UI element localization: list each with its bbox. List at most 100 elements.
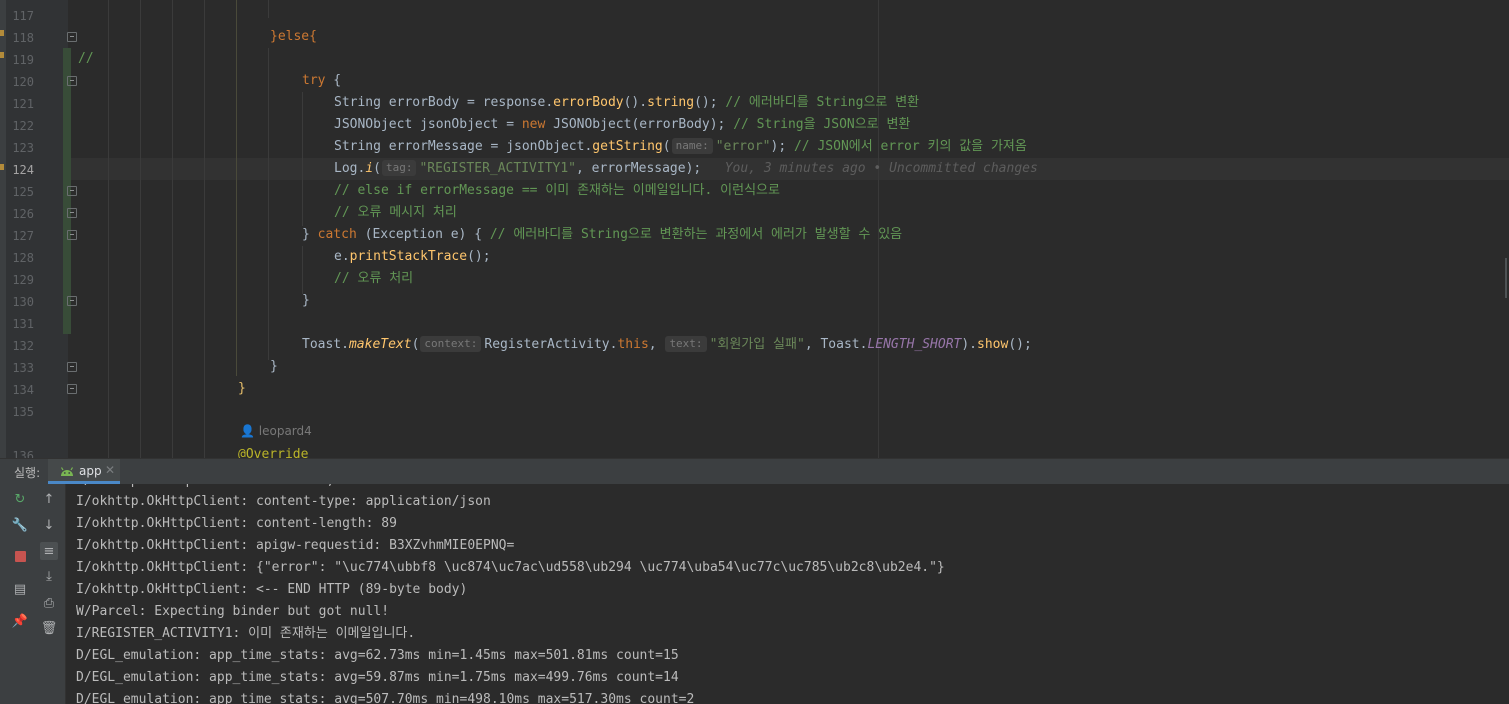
code-line-129[interactable]: // 오류 처리 <box>334 268 413 290</box>
fold-marker-icon[interactable] <box>67 296 77 306</box>
line-number: 135 <box>12 405 34 419</box>
code-editor[interactable]: 117 118 119 120 121 122 123 124 125 126 … <box>0 0 1509 458</box>
code-text: ). <box>961 337 978 352</box>
fold-marker-icon[interactable] <box>67 230 77 240</box>
code-author-hint: 👤 leopard4 <box>240 424 312 438</box>
indent-guide <box>302 92 303 226</box>
warning-marker <box>0 30 4 36</box>
line-number: 133 <box>12 361 34 375</box>
arrow-down-icon[interactable]: ↓ <box>40 516 58 534</box>
class-name: JSONObject <box>545 117 632 132</box>
stop-icon[interactable] <box>11 547 29 565</box>
log-line: D/EGL_emulation: app_time_stats: avg=507… <box>76 692 695 704</box>
code-line-125[interactable]: // else if errorMessage == 이미 존재하는 이메일입니… <box>334 180 780 202</box>
indent-guide <box>172 0 173 458</box>
log-line: I/okhttp.OkHttpClient: <-- END HTTP (89-… <box>76 582 468 597</box>
log-line: W/Parcel: Expecting binder but got null! <box>76 604 390 619</box>
warning-marker <box>0 164 4 170</box>
method-call: makeText <box>348 337 412 352</box>
arrow-up-icon[interactable]: ↑ <box>40 490 58 508</box>
line-number: 118 <box>12 31 34 45</box>
line-number: 121 <box>12 97 34 111</box>
code-text: (Exception e) { <box>356 227 490 242</box>
layout-icon[interactable]: ▤ <box>11 580 29 598</box>
code-line-124[interactable]: Log.i(tag: "REGISTER_ACTIVITY1", errorMes… <box>334 158 1038 180</box>
type: String <box>334 95 381 110</box>
print-icon[interactable]: ⎙ <box>40 594 58 612</box>
indent-guide <box>268 0 269 18</box>
fold-marker-icon[interactable] <box>67 186 77 196</box>
run-panel-header: 실행: app ✕ <box>0 458 1509 484</box>
comment: // 에러바디를 String으로 변환하는 과정에서 에러가 발생할 수 있음 <box>489 227 903 242</box>
log-line: I/okhttp.OkHttpClient: content-length: 8… <box>76 516 397 531</box>
fold-marker-icon[interactable] <box>67 362 77 372</box>
code-text: (errorBody); <box>631 117 734 132</box>
code-text: (); <box>467 249 491 264</box>
code-text: } <box>302 227 318 242</box>
type: JSONObject <box>334 117 413 132</box>
code-text: errorMessage = jsonObject. <box>380 139 593 154</box>
code-text: e. <box>334 249 350 264</box>
code-text: { <box>325 73 342 88</box>
line-number: 130 <box>12 295 34 309</box>
code-text: ); <box>770 139 794 154</box>
code-text: ( <box>662 139 671 154</box>
code-text: errorBody = response. <box>380 95 554 110</box>
line-number: 122 <box>12 119 34 133</box>
code-line-134[interactable]: } <box>238 378 246 400</box>
code-line-121[interactable]: String errorBody = response.errorBody().… <box>334 92 919 114</box>
line-number: 128 <box>12 251 34 265</box>
rerun-icon[interactable]: ↻ <box>11 490 29 508</box>
code-line-118[interactable]: }else{ <box>270 26 317 48</box>
code-line-123[interactable]: String errorMessage = jsonObject.getStri… <box>334 136 1027 158</box>
code-line-120[interactable]: try { <box>302 70 341 92</box>
fold-marker-icon[interactable] <box>67 32 77 42</box>
parameter-hint: name: <box>671 138 713 154</box>
trash-icon[interactable]: 🗑 <box>40 619 58 637</box>
scroll-to-end-icon[interactable]: ⤓ <box>40 567 58 585</box>
code-text: }else{ <box>270 29 317 44</box>
code-line-132[interactable]: Toast.makeText(context: RegisterActivity.… <box>302 334 1032 356</box>
author-name: leopard4 <box>258 424 312 438</box>
run-label: 실행: <box>14 466 41 480</box>
run-console-output[interactable]: I/okhttp.OkHttpClient: date: Thu, 16 Mar… <box>66 484 1509 704</box>
tab-label: app <box>79 464 102 478</box>
code-line-127[interactable]: } catch (Exception e) { // 에러바디를 String으… <box>302 224 902 246</box>
pin-icon[interactable]: 📌 <box>11 612 29 630</box>
android-icon <box>60 467 74 476</box>
wrench-icon[interactable]: 🔧 <box>11 516 29 534</box>
code-line-130[interactable]: } <box>302 290 310 312</box>
parameter-hint: context: <box>420 336 482 352</box>
code-line-128[interactable]: e.printStackTrace(); <box>334 246 491 268</box>
close-icon[interactable]: ✕ <box>105 463 115 477</box>
line-number: 134 <box>12 383 34 397</box>
log-line: D/EGL_emulation: app_time_stats: avg=62.… <box>76 648 679 663</box>
tab-app[interactable]: app ✕ <box>48 459 120 484</box>
code-line-122[interactable]: JSONObject jsonObject = new JSONObject(e… <box>334 114 910 136</box>
fold-marker-icon[interactable] <box>67 384 77 394</box>
code-line-133[interactable]: } <box>270 356 278 378</box>
string-literal: "회원가입 실패" <box>709 337 805 352</box>
code-text: , errorMessage); <box>576 161 702 176</box>
line-number: 124 <box>12 163 34 177</box>
code-text: RegisterActivity. <box>484 337 618 352</box>
fold-marker-icon[interactable] <box>67 208 77 218</box>
code-text: ( <box>411 337 420 352</box>
string-literal: "error" <box>715 139 771 154</box>
catch-keyword: catch <box>317 227 357 242</box>
method-call: getString <box>592 139 663 154</box>
comment: // String을 JSON으로 변환 <box>733 117 911 132</box>
code-line-136[interactable]: @Override <box>238 444 308 458</box>
log-line: D/EGL_emulation: app_time_stats: avg=59.… <box>76 670 679 685</box>
code-line-126[interactable]: // 오류 메시지 처리 <box>334 202 457 224</box>
scrollbar-thumb[interactable] <box>1505 258 1507 298</box>
method-call: printStackTrace <box>349 249 468 264</box>
soft-wrap-icon[interactable]: ≡ <box>40 542 58 560</box>
code-line-119[interactable]: // <box>78 48 94 70</box>
line-number: 123 <box>12 141 34 155</box>
indent-guide <box>236 0 237 376</box>
code-text: ( <box>373 161 381 176</box>
parameter-hint: text: <box>665 336 707 352</box>
fold-marker-icon[interactable] <box>67 76 77 86</box>
line-number: 136 <box>12 449 34 458</box>
